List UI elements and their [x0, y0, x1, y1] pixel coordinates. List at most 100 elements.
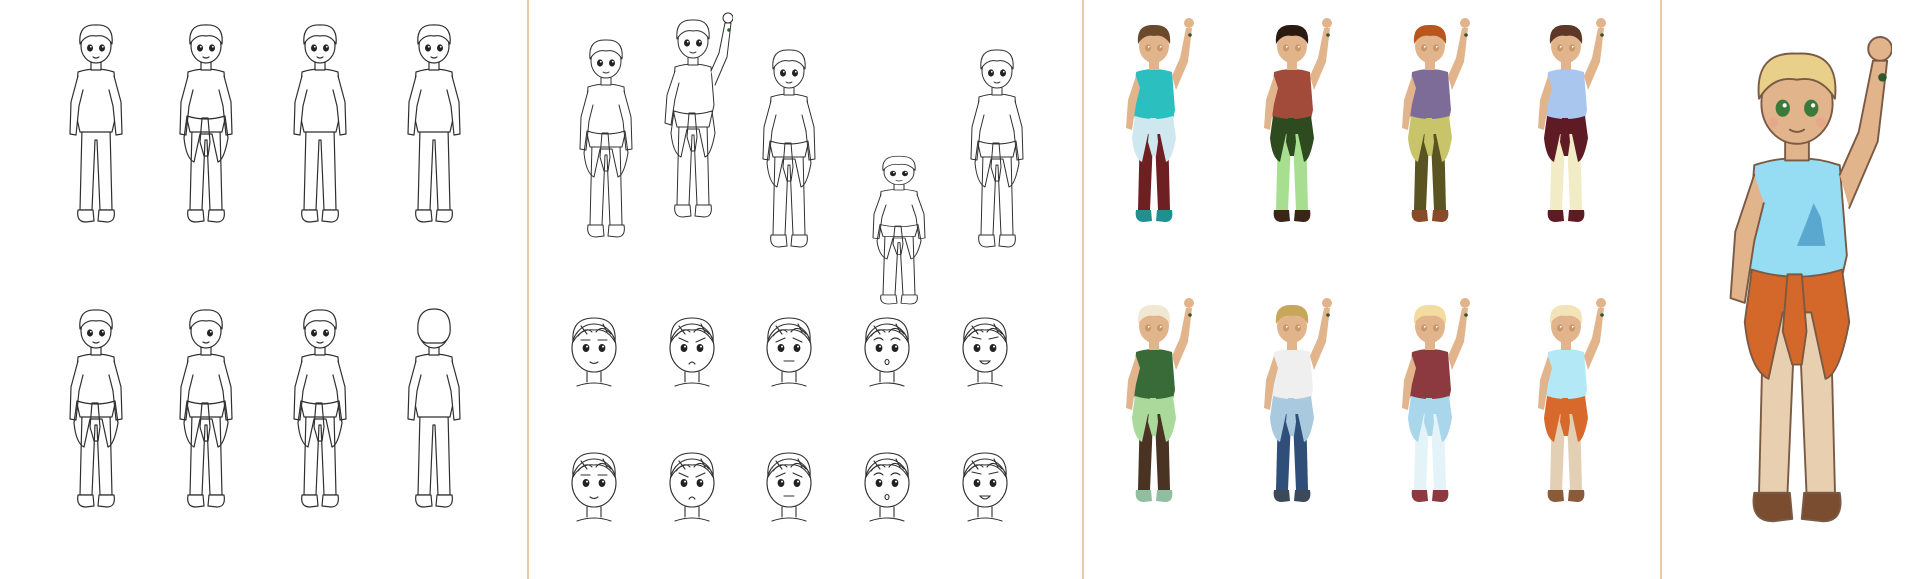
left-shoe [674, 204, 692, 218]
left-shoe [1547, 210, 1564, 222]
pants [189, 127, 223, 211]
character-figure [1402, 298, 1470, 502]
lineart-figure [293, 309, 347, 508]
final-render-panel [1662, 0, 1925, 579]
eye [989, 479, 997, 487]
figure-cell [657, 445, 727, 525]
pose-and-expression-sketches-panel [529, 0, 1082, 579]
face-outline [571, 323, 617, 373]
lineart-figure [407, 24, 461, 223]
left-shoe [880, 294, 898, 305]
eye [777, 344, 785, 352]
bracelet-charm [1600, 33, 1604, 37]
eye-highlight [101, 45, 104, 48]
pose-sketch [664, 12, 733, 218]
character-figure [1264, 18, 1332, 222]
right-shoe [97, 494, 115, 508]
raised-fist [1460, 298, 1470, 308]
shirt [671, 63, 715, 128]
left-shoe [415, 209, 433, 223]
bracelet-charm [1188, 33, 1192, 37]
right-shoe [900, 294, 918, 305]
raised-arm [1838, 59, 1889, 209]
eye [1145, 324, 1151, 332]
eye-highlight [781, 480, 783, 483]
color-variant-figure [1126, 298, 1194, 502]
eye [311, 329, 317, 337]
eye-highlight [586, 480, 588, 483]
eyebrows [775, 337, 803, 343]
left-shoe [77, 209, 95, 223]
eye [973, 344, 981, 352]
figure-cell [559, 445, 629, 525]
lineart-figure [69, 309, 123, 508]
eye-highlight [895, 345, 897, 348]
eye-highlight [781, 345, 783, 348]
eye [425, 44, 431, 52]
raised-fist [722, 12, 733, 24]
eye [1804, 99, 1819, 117]
character-figure [407, 308, 461, 508]
pants [303, 127, 337, 211]
shirt [298, 353, 342, 418]
neck-and-collar [967, 506, 1003, 522]
eye [1433, 44, 1439, 52]
left-shoe [1411, 210, 1428, 222]
eye [1295, 324, 1301, 332]
eye [1000, 69, 1006, 77]
raised-fist [1596, 298, 1606, 308]
raised-arm [1584, 308, 1604, 370]
character-figure [1264, 298, 1332, 502]
expression-face [766, 317, 812, 387]
character-figure [1402, 18, 1470, 222]
color-variant-figure [1538, 18, 1606, 222]
figure-cell [754, 310, 824, 390]
eye [1775, 99, 1790, 117]
eye-highlight [1285, 325, 1288, 328]
figure-cell [394, 295, 474, 525]
face-outline [766, 458, 812, 508]
eye-highlight [1559, 45, 1562, 48]
raised-arm [1172, 28, 1192, 90]
character-figure [664, 12, 733, 218]
neck-and-collar [869, 371, 905, 387]
character-figure [293, 24, 347, 223]
raised-arm [1310, 308, 1330, 370]
right-shoe [207, 494, 225, 508]
right-shoe [97, 209, 115, 223]
right-shoe [435, 209, 453, 223]
right-shoe [321, 209, 339, 223]
right-shoe [607, 224, 625, 238]
face-outline [962, 458, 1008, 508]
pose-sketch [579, 39, 633, 238]
character-figure [872, 155, 926, 305]
face-outline [669, 323, 715, 373]
color-variant-figure [1538, 298, 1606, 502]
raised-fist [1322, 18, 1332, 28]
figure-cell [280, 10, 360, 240]
hair [417, 308, 451, 344]
figure-cell [1702, 18, 1892, 564]
eye-highlight [1811, 103, 1816, 108]
character-figure [970, 49, 1024, 248]
left-shoe [1135, 490, 1152, 502]
figure-cell [1252, 290, 1332, 520]
figure-cell [166, 10, 246, 240]
bracelet-charm [1464, 313, 1468, 317]
mouth [688, 496, 696, 500]
lineart-figure [179, 309, 233, 508]
figure-cell [394, 10, 474, 240]
eye [598, 479, 606, 487]
eye-highlight [1159, 325, 1162, 328]
eye-highlight [1435, 45, 1438, 48]
raised-arm [1172, 308, 1192, 370]
eye-highlight [1297, 45, 1300, 48]
raised-arm [1448, 28, 1468, 90]
left-shoe [1273, 210, 1290, 222]
figure-cell [1526, 10, 1606, 240]
eye [1557, 324, 1563, 332]
bracelet-charm [1188, 313, 1192, 317]
color-variations-panel [1084, 0, 1660, 579]
character-figure [407, 24, 461, 223]
eye-highlight [325, 45, 328, 48]
